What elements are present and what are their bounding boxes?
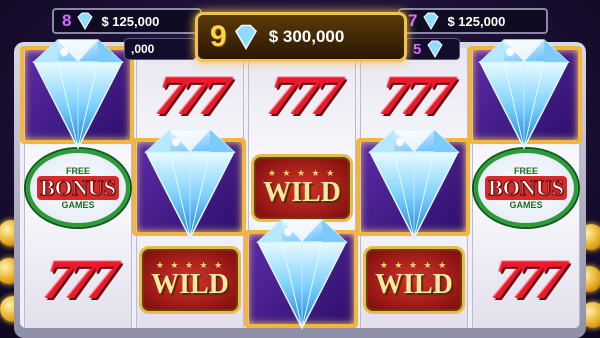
bonus-symbol: FREE BONUS GAMES — [473, 142, 579, 234]
wild-label: WILD — [151, 269, 229, 300]
diamond-icon — [427, 40, 443, 58]
jackpot-left-count: 8 — [62, 11, 72, 30]
diamond-icon — [77, 12, 94, 30]
sevens-symbol: 777 — [249, 50, 355, 142]
diamond-icon — [423, 12, 440, 30]
jackpot-left-back-amount: ,000 — [131, 42, 155, 56]
jackpot-right-back: 5 — [404, 38, 460, 60]
sevens-label: 777 — [264, 65, 340, 127]
jackpot-center-count: 9 — [210, 20, 227, 53]
sevens-label: 777 — [376, 65, 452, 127]
sevens-symbol: 777 — [473, 234, 579, 326]
jackpot-center: 9 $ 300,000 — [195, 12, 407, 62]
diamond-icon — [458, 32, 590, 152]
wild-label: WILD — [263, 177, 341, 208]
bonus-label: BONUS — [37, 175, 119, 200]
sevens-symbol: 777 — [25, 234, 131, 326]
jackpot-right: 7 $ 125,000 — [398, 8, 548, 34]
jackpot-right-back-count: 5 — [413, 40, 422, 58]
wild-symbol: ★ ★ ★ ★ ★ WILD — [137, 234, 243, 326]
jackpot-right-amount: $ 125,000 — [447, 13, 506, 29]
bonus-label: BONUS — [485, 175, 567, 200]
jackpot-left-back: ,000 — [124, 38, 196, 60]
bonus-bottom-label: GAMES — [509, 200, 543, 210]
wild-symbol: ★ ★ ★ ★ ★ WILD — [361, 234, 467, 326]
sevens-label: 777 — [40, 249, 116, 311]
game-stage: FREE BONUS GAMES 777 777 ★ ★ ★ ★ ★ WILD — [0, 0, 600, 338]
jackpot-left: 8 $ 125,000 — [52, 8, 202, 34]
bonus-bottom-label: GAMES — [61, 200, 95, 210]
sevens-label: 777 — [488, 249, 564, 311]
bonus-symbol: FREE BONUS GAMES — [25, 142, 131, 234]
wild-label: WILD — [375, 269, 453, 300]
sevens-label: 777 — [152, 65, 228, 127]
jackpot-left-amount: $ 125,000 — [101, 13, 160, 29]
diamond-icon — [234, 24, 257, 50]
jackpot-center-amount: $ 300,000 — [268, 27, 345, 46]
